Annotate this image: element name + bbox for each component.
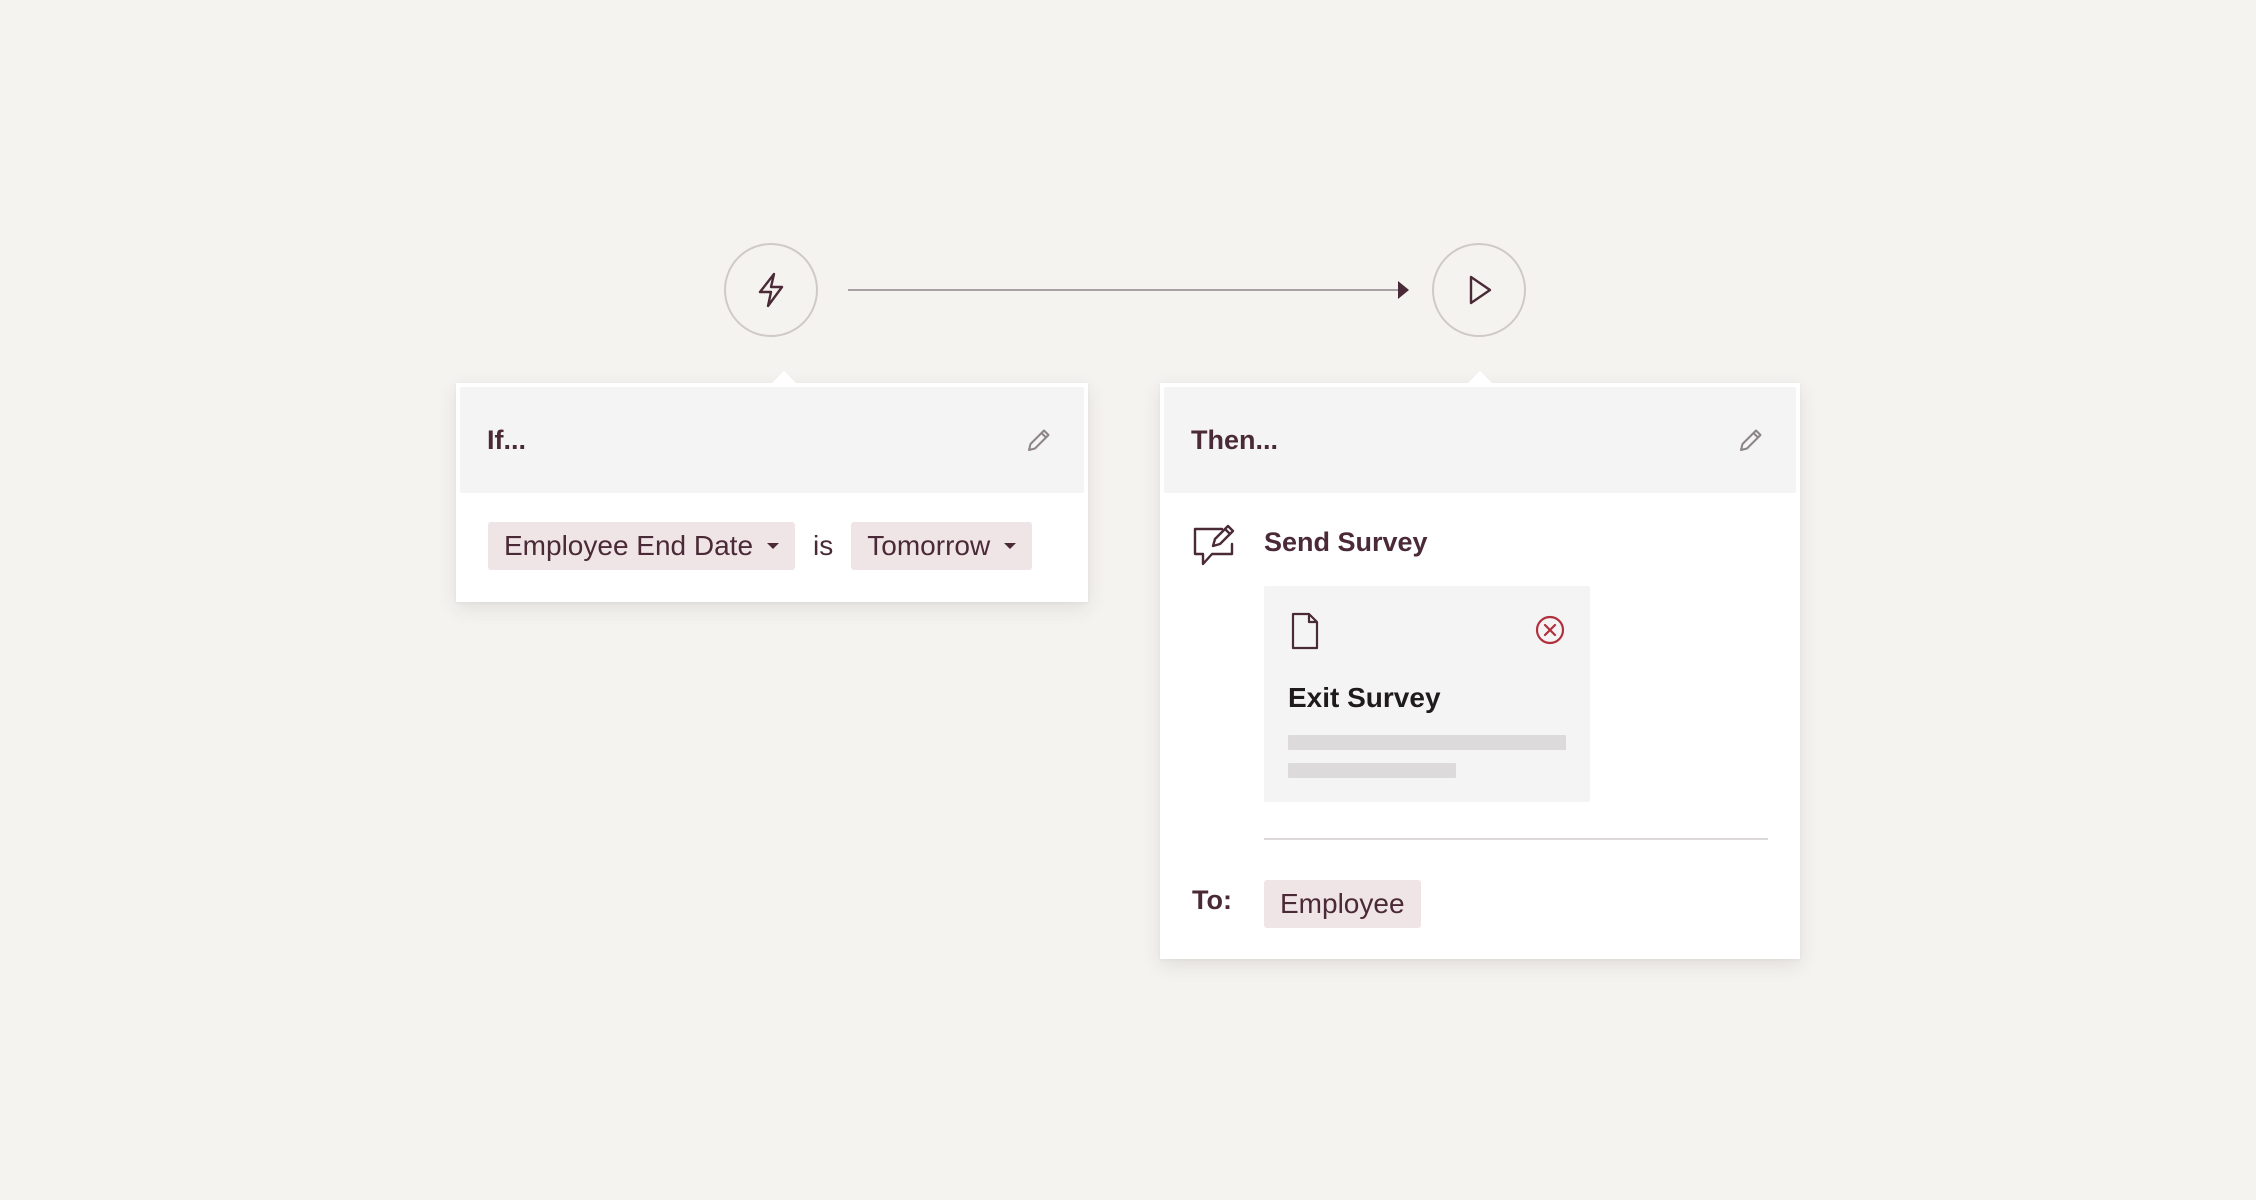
document-icon bbox=[1291, 612, 1319, 650]
then-card: Then... Send Survey Exit Survey To: Empl… bbox=[1160, 371, 1800, 959]
if-card-title: If... bbox=[487, 424, 526, 455]
close-circle-icon[interactable] bbox=[1534, 614, 1566, 646]
divider bbox=[1264, 838, 1768, 840]
recipient-pill[interactable]: Employee bbox=[1264, 880, 1421, 928]
card-pointer bbox=[1468, 371, 1492, 383]
placeholder-line bbox=[1288, 763, 1456, 778]
action-node[interactable] bbox=[1432, 243, 1526, 337]
chevron-down-icon bbox=[1004, 543, 1017, 549]
recipient-label: To: bbox=[1192, 885, 1232, 915]
chevron-down-icon bbox=[767, 543, 780, 549]
condition-field-label: Employee End Date bbox=[504, 530, 754, 561]
recipient-value: Employee bbox=[1280, 888, 1405, 919]
placeholder-line bbox=[1288, 735, 1566, 750]
condition-row: Employee End Date is Tomorrow bbox=[488, 522, 1033, 570]
if-card: If... Employee End Date is Tomorrow bbox=[456, 371, 1088, 602]
if-card-header: If... bbox=[460, 387, 1084, 493]
condition-value-label: Tomorrow bbox=[867, 530, 991, 561]
condition-field-dropdown[interactable]: Employee End Date bbox=[488, 522, 796, 570]
edit-action-button[interactable] bbox=[1734, 423, 1768, 457]
then-card-header: Then... bbox=[1164, 387, 1796, 493]
card-pointer bbox=[772, 371, 796, 383]
condition-operator: is bbox=[813, 530, 834, 561]
pencil-icon bbox=[1740, 429, 1762, 451]
lightning-bolt-icon bbox=[758, 272, 784, 308]
flow-connector-line bbox=[848, 289, 1408, 291]
chat-pencil-icon bbox=[1193, 524, 1235, 566]
pencil-icon bbox=[1028, 429, 1050, 451]
edit-condition-button[interactable] bbox=[1022, 423, 1056, 457]
condition-value-dropdown[interactable]: Tomorrow bbox=[851, 522, 1033, 570]
play-icon bbox=[1469, 275, 1492, 305]
trigger-node[interactable] bbox=[724, 243, 818, 337]
then-card-title: Then... bbox=[1191, 424, 1278, 455]
flow-connector-arrowhead bbox=[1398, 281, 1409, 299]
survey-tile[interactable]: Exit Survey bbox=[1264, 586, 1590, 802]
action-type-label: Send Survey bbox=[1264, 527, 1428, 557]
survey-name: Exit Survey bbox=[1288, 682, 1441, 713]
